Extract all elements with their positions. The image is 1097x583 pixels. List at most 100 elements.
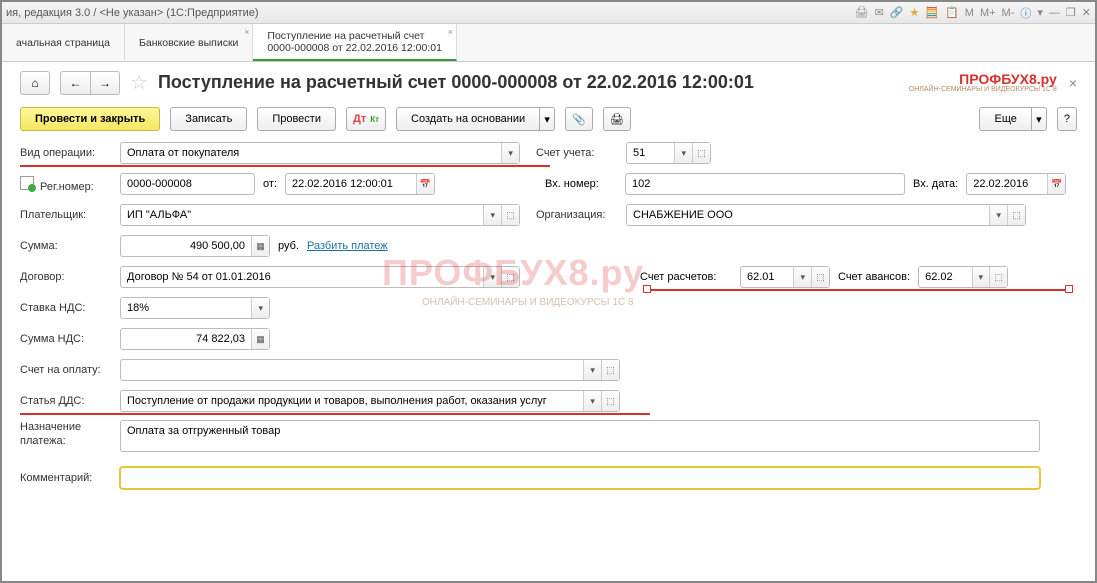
org-input[interactable] [627, 205, 989, 225]
open-icon[interactable]: ⬚ [601, 391, 619, 411]
dropdown-icon[interactable]: ▾ [793, 267, 811, 287]
sum-input[interactable] [121, 236, 251, 256]
page-title: Поступление на расчетный счет 0000-00000… [158, 72, 754, 93]
print-icon[interactable]: 🖨 [855, 6, 869, 19]
link-icon[interactable]: 🔗 [890, 6, 904, 19]
fav-icon[interactable]: ★ [910, 6, 920, 19]
cal-icon[interactable]: 📋 [945, 6, 959, 19]
calendar-icon[interactable]: 📅 [1047, 174, 1065, 194]
open-icon[interactable]: ⬚ [1007, 205, 1025, 225]
dropdown-icon[interactable]: ▾ [1037, 6, 1043, 19]
calculator-icon[interactable]: ▦ [251, 236, 269, 256]
label-contract: Договор: [20, 271, 120, 283]
regnum-input[interactable] [121, 174, 254, 194]
dds-input[interactable] [121, 391, 583, 411]
payer-input[interactable] [121, 205, 483, 225]
home-button[interactable]: ⌂ [20, 71, 50, 95]
titlebar-text: ия, редакция 3.0 / <Не указан> (1С:Предп… [6, 7, 259, 19]
form: Вид операции: ▾ Счет учета: ▾ ⬚ Рег.номе… [2, 141, 1095, 490]
label-operation: Вид операции: [20, 147, 120, 159]
label-account: Счет учета: [536, 147, 626, 159]
window-close-icon[interactable]: ✕ [1082, 6, 1091, 19]
label-regnum: Рег.номер: [20, 176, 120, 193]
label-vat-sum: Сумма НДС: [20, 333, 120, 345]
post-button[interactable]: Провести [257, 107, 336, 131]
dropdown-icon[interactable]: ▾ [501, 143, 519, 163]
label-comment: Комментарий: [20, 472, 120, 484]
register-icon[interactable]: ДтКт [346, 107, 386, 131]
dropdown-icon[interactable]: ▾ [583, 391, 601, 411]
logo: ПРОФБУХ8.ру ОНЛАЙН-СЕМИНАРЫ И ВИДЕОКУРСЫ… [909, 72, 1057, 93]
date-input[interactable] [286, 174, 416, 194]
calendar-icon[interactable]: 📅 [416, 174, 434, 194]
titlebar-icons: 🖨 ✉ 🔗 ★ 🧮 📋 M M+ M- ⓘ ▾ — ❐ ✕ [855, 5, 1091, 21]
open-icon[interactable]: ⬚ [811, 267, 829, 287]
minimize-icon[interactable]: — [1049, 7, 1060, 19]
label-date: от: [263, 178, 277, 190]
incdate-input[interactable] [967, 174, 1047, 194]
dropdown-icon[interactable]: ▾ [251, 298, 269, 318]
tab-start[interactable]: ачальная страница [2, 24, 125, 61]
label-dds: Статья ДДС: [20, 395, 120, 407]
form-close-icon[interactable]: × [1069, 75, 1077, 91]
invoice-input[interactable] [121, 360, 583, 380]
m-minus[interactable]: M- [1002, 7, 1015, 19]
dropdown-icon[interactable]: ▾ [989, 205, 1007, 225]
open-icon[interactable]: ⬚ [601, 360, 619, 380]
dropdown-icon[interactable]: ▾ [674, 143, 692, 163]
tab-bank[interactable]: Банковские выписки × [125, 24, 253, 61]
label-purpose: Назначение платежа: [20, 420, 120, 449]
label-acct-adv: Счет авансов: [838, 271, 910, 283]
print-button-icon[interactable]: 🖨 [603, 107, 631, 131]
dropdown-icon[interactable]: ▾ [583, 360, 601, 380]
dropdown-icon[interactable]: ▾ [483, 267, 501, 287]
create-based-button[interactable]: Создать на основании [396, 107, 539, 131]
dropdown-icon[interactable]: ▾ [972, 267, 990, 287]
favorite-icon[interactable]: ☆ [130, 70, 148, 95]
status-icon [20, 176, 34, 190]
vat-sum-input[interactable] [121, 329, 251, 349]
operation-type-input[interactable] [121, 143, 501, 163]
open-icon[interactable]: ⬚ [501, 205, 519, 225]
close-icon[interactable]: × [448, 27, 453, 37]
account-input[interactable] [627, 143, 674, 163]
attach-icon[interactable]: 📎 [565, 107, 593, 131]
label-vat-rate: Ставка НДС: [20, 302, 120, 314]
post-and-close-button[interactable]: Провести и закрыть [20, 107, 160, 131]
label-payer: Плательщик: [20, 209, 120, 221]
more-button[interactable]: Еще [979, 107, 1030, 131]
comment-input[interactable] [121, 468, 1039, 488]
tabbar: ачальная страница Банковские выписки × П… [2, 24, 1095, 62]
open-icon[interactable]: ⬚ [501, 267, 519, 287]
back-button[interactable]: ← [60, 71, 90, 95]
label-incnum: Вх. номер: [545, 178, 625, 190]
save-button[interactable]: Записать [170, 107, 247, 131]
acct-calc-input[interactable] [741, 267, 793, 287]
calculator-icon[interactable]: ▦ [251, 329, 269, 349]
open-icon[interactable]: ⬚ [692, 143, 710, 163]
close-icon[interactable]: × [244, 27, 249, 37]
purpose-textarea[interactable] [120, 420, 1040, 452]
info-icon[interactable]: ⓘ [1020, 5, 1031, 21]
more-dropdown[interactable]: ▾ [1031, 107, 1047, 131]
dropdown-icon[interactable]: ▾ [483, 205, 501, 225]
currency-label: руб. [278, 240, 299, 252]
m-clear[interactable]: M [965, 7, 974, 19]
toolbar-nav: ⌂ ← → ☆ Поступление на расчетный счет 00… [2, 62, 1095, 99]
create-based-dropdown[interactable]: ▾ [539, 107, 555, 131]
label-invoice: Счет на оплату: [20, 364, 120, 376]
acct-adv-input[interactable] [919, 267, 971, 287]
maximize-icon[interactable]: ❐ [1066, 6, 1076, 19]
help-button[interactable]: ? [1057, 107, 1077, 131]
m-plus[interactable]: M+ [980, 7, 996, 19]
tab-receipt[interactable]: Поступление на расчетный счет 0000-00000… [253, 24, 457, 61]
vat-rate-input[interactable] [121, 298, 251, 318]
label-org: Организация: [536, 209, 626, 221]
forward-button[interactable]: → [90, 71, 120, 95]
open-icon[interactable]: ⬚ [989, 267, 1007, 287]
contract-input[interactable] [121, 267, 483, 287]
split-payment-link[interactable]: Разбить платеж [307, 240, 388, 252]
calc-icon[interactable]: 🧮 [925, 6, 939, 19]
incnum-input[interactable] [626, 174, 904, 194]
mail-icon[interactable]: ✉ [875, 6, 884, 19]
